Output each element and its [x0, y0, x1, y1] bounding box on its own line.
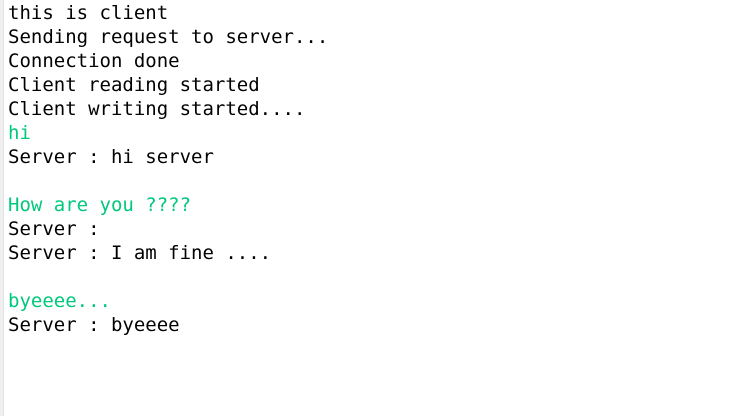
- console-output-line: Server : byeeee: [8, 314, 180, 336]
- console-output-line: Client reading started: [8, 74, 260, 96]
- console-output-panel[interactable]: this is client Sending request to server.…: [0, 0, 754, 416]
- console-lines: this is client Sending request to server.…: [8, 1, 328, 337]
- console-output-line: Server :: [8, 218, 100, 240]
- console-left-gutter: [0, 0, 4, 416]
- console-user-input-line: How are you ????: [8, 194, 192, 216]
- console-output-line: Server : I am fine ....: [8, 242, 272, 264]
- console-output-line: Client writing started....: [8, 98, 306, 120]
- console-output-line: [8, 169, 328, 193]
- console-user-input-line: hi: [8, 122, 31, 144]
- console-output-line: Server : hi server: [8, 146, 214, 168]
- console-user-input-line: byeeee...: [8, 290, 111, 312]
- console-output-line: Connection done: [8, 50, 180, 72]
- console-output-line: [8, 265, 328, 289]
- console-output-line: Sending request to server...: [8, 26, 329, 48]
- console-output-line: this is client: [8, 2, 169, 24]
